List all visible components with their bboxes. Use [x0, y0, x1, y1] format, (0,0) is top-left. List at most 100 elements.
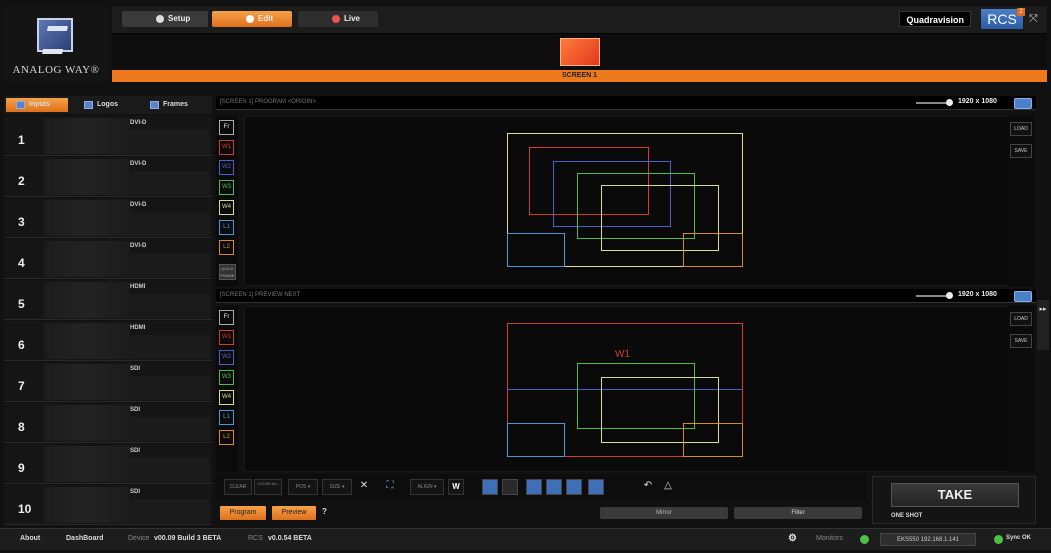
rcs-label: RCS: [248, 535, 263, 542]
input-number: 10: [18, 502, 32, 516]
layer-button-frame[interactable]: Fr: [219, 120, 234, 135]
screen-title-bar: SCREEN 1: [112, 70, 1047, 82]
program-layer-l1[interactable]: [507, 233, 565, 267]
input-preview: [130, 294, 210, 318]
layer-button-l1[interactable]: L1: [219, 220, 234, 235]
align-dropdown[interactable]: ALIGN ▾: [410, 479, 444, 495]
program-layer-l2[interactable]: [683, 233, 743, 267]
preview-view-header: [SCREEN 1] PREVIEW NEXT 1920 x 1080: [216, 289, 1036, 303]
settings-gear-icon[interactable]: ⚙: [788, 533, 797, 544]
layout-icon-4[interactable]: [546, 479, 562, 495]
layer-button-l2[interactable]: L2: [219, 240, 234, 255]
layer-button-w2[interactable]: W2: [219, 350, 234, 365]
pos-dropdown[interactable]: POS ▾: [288, 479, 318, 495]
layer-button-w3[interactable]: W3: [219, 370, 234, 385]
mirror-button[interactable]: Mirror: [600, 507, 728, 519]
device-version: v00.09 Build 3 BETA: [154, 535, 222, 542]
filter-button[interactable]: Filter: [734, 507, 862, 519]
input-row[interactable]: 2 DVI-D: [4, 157, 212, 197]
layout-icon-1[interactable]: [482, 479, 498, 495]
tab-frames[interactable]: Frames: [150, 98, 188, 112]
expand-panel-arrow-icon[interactable]: ▸▸: [1037, 300, 1049, 350]
take-mode-label[interactable]: ONE SHOT: [891, 513, 922, 519]
input-row[interactable]: 6 HDMI: [4, 321, 212, 361]
input-row[interactable]: 4 DVI-D: [4, 239, 212, 279]
layer-button-w2[interactable]: W2: [219, 160, 234, 175]
program-view-title: [SCREEN 1] PROGRAM <ORIGIN>: [220, 99, 317, 105]
layer-button-w1[interactable]: W1: [219, 140, 234, 155]
layer-button-l1[interactable]: L1: [219, 410, 234, 425]
preview-save-button[interactable]: SAVE: [1010, 334, 1032, 348]
program-canvas[interactable]: [244, 116, 1032, 286]
monitors-link[interactable]: Monitors: [816, 535, 843, 542]
program-load-button[interactable]: LOAD: [1010, 122, 1032, 136]
input-thumbnail: [44, 282, 130, 318]
undo-icon[interactable]: ↶: [640, 479, 656, 495]
quick-frame-button[interactable]: QUICK FRAME: [219, 264, 236, 280]
input-thumbnail: [44, 405, 130, 441]
layout-icon-5[interactable]: [566, 479, 582, 495]
size-dropdown[interactable]: SIZE ▾: [322, 479, 352, 495]
input-preview: [130, 212, 210, 236]
program-snapshot-icon[interactable]: [1014, 98, 1032, 109]
product-name: Quadravision: [899, 11, 971, 27]
tab-inputs[interactable]: Inputs: [6, 98, 68, 112]
input-row[interactable]: 8 SDI: [4, 403, 212, 443]
about-link[interactable]: About: [20, 535, 40, 542]
layout-icon-2[interactable]: [502, 479, 518, 495]
status-bar: About DashBoard Device v00.09 Build 3 BE…: [0, 528, 1051, 550]
input-row[interactable]: 1 DVI-D: [4, 116, 212, 156]
input-row[interactable]: 5 HDMI: [4, 280, 212, 320]
dashboard-link[interactable]: DashBoard: [66, 535, 103, 542]
clear-button[interactable]: CLEAR: [224, 479, 252, 495]
program-zoom-slider[interactable]: [916, 102, 950, 104]
input-row[interactable]: 10 SDI: [4, 485, 212, 525]
program-zoom-knob[interactable]: [946, 99, 953, 106]
preview-zoom-knob[interactable]: [946, 292, 953, 299]
screen-strip: [112, 34, 1047, 70]
help-icon[interactable]: ?: [322, 507, 332, 517]
top-bar: Setup Edit Live Quadravision RCS 2 ⤧: [112, 6, 1047, 34]
program-layer-buttons: Fr W1 W2 W3 W4 L1 L2 QUICK FRAME: [216, 116, 238, 286]
program-view-header: [SCREEN 1] PROGRAM <ORIGIN> 1920 x 1080: [216, 96, 1036, 110]
preview-button[interactable]: Preview: [272, 506, 316, 520]
input-type: SDI: [130, 448, 141, 454]
tab-logos[interactable]: Logos: [84, 98, 118, 112]
layer-button-w4[interactable]: W4: [219, 390, 234, 405]
preview-canvas[interactable]: W1: [244, 306, 1032, 472]
w-button[interactable]: W: [448, 479, 464, 495]
input-row[interactable]: 9 SDI: [4, 444, 212, 484]
input-row[interactable]: 7 SDI: [4, 362, 212, 402]
layer-button-frame[interactable]: Fr: [219, 310, 234, 325]
tab-setup[interactable]: Setup: [122, 11, 208, 27]
program-button[interactable]: Program: [220, 506, 266, 520]
take-button[interactable]: TAKE: [891, 483, 1019, 507]
layer-button-l2[interactable]: L2: [219, 430, 234, 445]
screen-1-thumbnail[interactable]: [560, 38, 600, 66]
setup-icon: [156, 15, 164, 23]
input-number: 1: [18, 133, 25, 147]
clear-all-button[interactable]: CLEAR ALL: [254, 479, 282, 495]
layout-icon-6[interactable]: [588, 479, 604, 495]
layer-button-w3[interactable]: W3: [219, 180, 234, 195]
layer-button-w4[interactable]: W4: [219, 200, 234, 215]
layout-icon-3[interactable]: [526, 479, 542, 495]
layer-button-w1[interactable]: W1: [219, 330, 234, 345]
preview-layer-l2[interactable]: [683, 423, 743, 457]
recycle-icon[interactable]: △: [660, 479, 676, 495]
logos-icon: [84, 101, 93, 109]
fullscreen-icon[interactable]: ⤧: [1029, 13, 1041, 25]
input-row[interactable]: 3 DVI-D: [4, 198, 212, 238]
input-thumbnail: [44, 487, 130, 523]
tab-live[interactable]: Live: [298, 11, 378, 27]
tab-edit[interactable]: Edit: [212, 11, 292, 27]
close-icon[interactable]: ✕: [356, 479, 372, 495]
preview-snapshot-icon[interactable]: [1014, 291, 1032, 302]
input-thumbnail: [44, 200, 130, 236]
preview-load-button[interactable]: LOAD: [1010, 312, 1032, 326]
preview-zoom-slider[interactable]: [916, 295, 950, 297]
preview-layer-l1[interactable]: [507, 423, 565, 457]
program-save-button[interactable]: SAVE: [1010, 144, 1032, 158]
input-preview: [130, 417, 210, 441]
fit-icon[interactable]: ⛶: [382, 479, 398, 495]
